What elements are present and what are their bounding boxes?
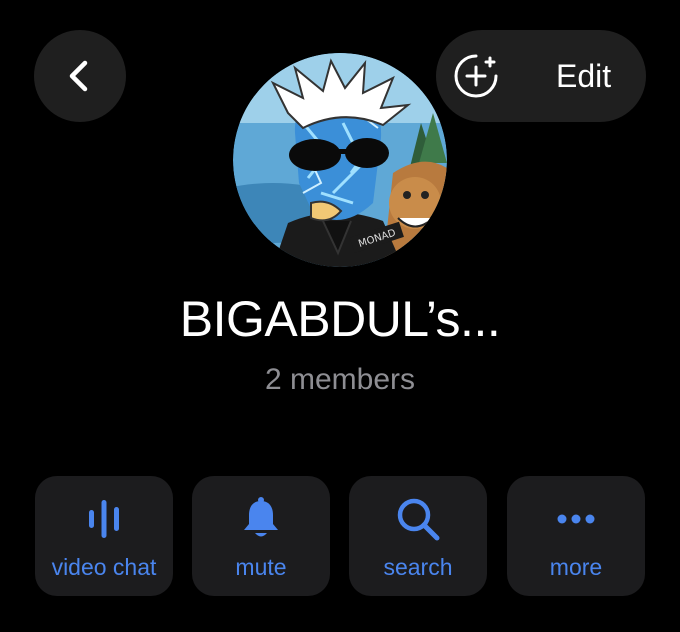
edit-button[interactable]: Edit	[556, 52, 611, 100]
header-actions: Edit	[436, 30, 646, 122]
mute-label: mute	[235, 554, 287, 580]
group-avatar[interactable]: MONAD	[233, 53, 447, 267]
group-info-screen: Edit MONAD BIGABDUL’s... 2 members video…	[0, 0, 680, 632]
bell-icon	[244, 497, 278, 537]
back-button[interactable]	[34, 30, 126, 122]
mute-button[interactable]: mute	[192, 476, 330, 596]
group-avatar-image: MONAD	[233, 53, 447, 267]
chevron-left-icon	[69, 60, 88, 92]
group-title: BIGABDUL’s...	[179, 291, 501, 347]
search-label: search	[383, 554, 453, 580]
search-button[interactable]: search	[349, 476, 487, 596]
video-chat-label: video chat	[51, 554, 157, 580]
magnifier-icon	[397, 498, 440, 541]
add-member-button[interactable]	[450, 50, 502, 102]
video-chat-button[interactable]: video chat	[35, 476, 173, 596]
member-count[interactable]: 2 members	[0, 360, 680, 400]
audio-wave-icon	[89, 500, 119, 538]
more-button[interactable]: more	[507, 476, 645, 596]
more-label: more	[549, 554, 603, 580]
add-member-circle-icon	[454, 54, 498, 98]
ellipsis-icon	[557, 514, 595, 524]
